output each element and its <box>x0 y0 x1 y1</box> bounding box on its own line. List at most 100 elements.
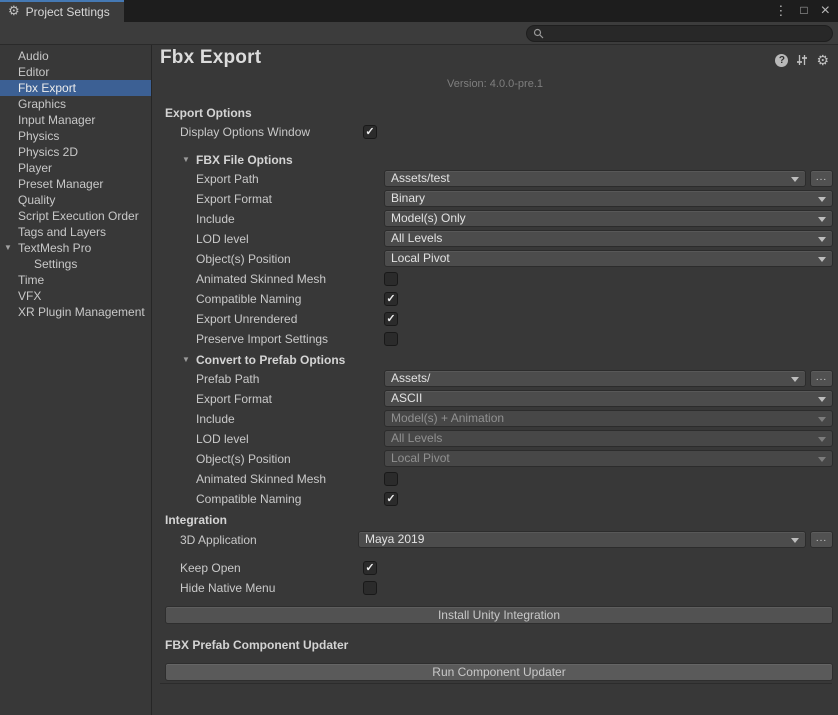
presets-icon[interactable] <box>796 54 808 66</box>
chevron-down-icon <box>791 538 799 543</box>
dropdown-value: Maya 2019 <box>365 532 789 547</box>
sidebar-item-preset-manager[interactable]: Preset Manager <box>0 176 151 192</box>
row-prefab-export-format: Export Format ASCII <box>152 390 838 410</box>
field-label: Prefab Path <box>196 372 259 386</box>
search-box[interactable] <box>526 25 833 42</box>
sidebar-item-fbx-export[interactable]: Fbx Export <box>0 80 151 96</box>
sidebar-item-tags-and-layers[interactable]: Tags and Layers <box>0 224 151 240</box>
sidebar-item-input-manager[interactable]: Input Manager <box>0 112 151 128</box>
field-label: Compatible Naming <box>196 292 301 306</box>
window-controls: ⋮ □ × <box>774 0 830 22</box>
sidebar-item-graphics[interactable]: Graphics <box>0 96 151 112</box>
prefab-compatible-naming-checkbox[interactable] <box>384 492 398 506</box>
dropdown-value: Binary <box>391 191 816 206</box>
chevron-down-icon <box>818 197 826 202</box>
close-icon[interactable]: × <box>821 0 830 22</box>
install-unity-integration-button[interactable]: Install Unity Integration <box>165 606 833 624</box>
search-input[interactable] <box>548 27 826 41</box>
foldout-fbx-file-options[interactable]: ▼ FBX File Options <box>152 151 838 171</box>
sidebar-item-quality[interactable]: Quality <box>0 192 151 208</box>
row-prefab-objects-position: Object(s) Position Local Pivot <box>152 450 838 470</box>
section-integration: Integration <box>165 513 227 527</box>
hide-native-menu-checkbox[interactable] <box>363 581 377 595</box>
version-label: Version: 4.0.0-pre.1 <box>152 78 838 90</box>
chevron-down-icon <box>818 417 826 422</box>
page-title: Fbx Export <box>160 47 261 69</box>
row-hide-native-menu: Hide Native Menu <box>152 579 838 599</box>
row-prefab-include: Include Model(s) + Animation <box>152 410 838 430</box>
sidebar-item-physics-2d[interactable]: Physics 2D <box>0 144 151 160</box>
animated-skinned-mesh-checkbox[interactable] <box>384 272 398 286</box>
row-display-options-window: Display Options Window <box>152 123 838 143</box>
tab-project-settings[interactable]: ⚙ Project Settings <box>0 0 124 22</box>
help-icon[interactable]: ? <box>775 54 788 67</box>
lod-level-dropdown[interactable]: All Levels <box>384 230 833 247</box>
field-label: LOD level <box>196 432 249 446</box>
foldout-convert-to-prefab-options[interactable]: ▼ Convert to Prefab Options <box>152 351 838 371</box>
prefab-animated-skinned-mesh-checkbox[interactable] <box>384 472 398 486</box>
sidebar-item-vfx[interactable]: VFX <box>0 288 151 304</box>
export-format-dropdown[interactable]: Binary <box>384 190 833 207</box>
row-export-path: Export Path Assets/test ... <box>152 170 838 190</box>
preserve-import-settings-checkbox[interactable] <box>384 332 398 346</box>
3d-application-dropdown[interactable]: Maya 2019 <box>358 531 806 548</box>
chevron-down-icon <box>818 437 826 442</box>
foldout-arrow-icon[interactable]: ▼ <box>4 240 12 256</box>
fbx-export-panel: Fbx Export ? ⚙ Version: 4.0.0-pre.1 Expo… <box>152 45 838 715</box>
row-objects-position: Object(s) Position Local Pivot <box>152 250 838 270</box>
keep-open-checkbox[interactable] <box>363 561 377 575</box>
include-dropdown[interactable]: Model(s) Only <box>384 210 833 227</box>
toolbar <box>0 22 838 45</box>
prefab-path-dropdown[interactable]: Assets/ <box>384 370 806 387</box>
sidebar-item-textmesh-pro[interactable]: ▼ TextMesh Pro <box>0 240 151 256</box>
row-compatible-naming: Compatible Naming <box>152 290 838 310</box>
field-label: Object(s) Position <box>196 252 291 266</box>
sidebar-item-xr-plugin-management[interactable]: XR Plugin Management <box>0 304 151 320</box>
gear-icon: ⚙ <box>8 1 20 21</box>
export-path-dropdown[interactable]: Assets/test <box>384 170 806 187</box>
prefab-objects-position-dropdown: Local Pivot <box>384 450 833 467</box>
sidebar-item-physics[interactable]: Physics <box>0 128 151 144</box>
row-prefab-animated-skinned-mesh: Animated Skinned Mesh <box>152 470 838 490</box>
display-options-window-checkbox[interactable] <box>363 125 377 139</box>
field-label: Export Format <box>196 192 272 206</box>
export-unrendered-checkbox[interactable] <box>384 312 398 326</box>
kebab-menu-icon[interactable]: ⋮ <box>774 0 787 22</box>
row-prefab-compatible-naming: Compatible Naming <box>152 490 838 510</box>
tab-label: Project Settings <box>26 4 110 19</box>
sidebar-item-textmesh-settings[interactable]: Settings <box>0 256 151 272</box>
field-label: Export Path <box>196 172 259 186</box>
chevron-down-icon <box>791 177 799 182</box>
maximize-icon[interactable]: □ <box>800 0 807 21</box>
sidebar-item-player[interactable]: Player <box>0 160 151 176</box>
field-label: Compatible Naming <box>196 492 301 506</box>
objects-position-dropdown[interactable]: Local Pivot <box>384 250 833 267</box>
dropdown-value: Assets/test <box>391 171 789 186</box>
field-label: Include <box>196 412 235 426</box>
run-component-updater-button[interactable]: Run Component Updater <box>165 663 833 681</box>
sidebar-item-audio[interactable]: Audio <box>0 48 151 64</box>
export-path-browse-button[interactable]: ... <box>810 170 833 187</box>
field-label: Animated Skinned Mesh <box>196 272 326 286</box>
chevron-down-icon <box>791 377 799 382</box>
compatible-naming-checkbox[interactable] <box>384 292 398 306</box>
gear-icon[interactable]: ⚙ <box>816 53 829 67</box>
row-prefab-path: Prefab Path Assets/ ... <box>152 370 838 390</box>
field-label: LOD level <box>196 232 249 246</box>
prefab-path-browse-button[interactable]: ... <box>810 370 833 387</box>
3d-application-browse-button[interactable]: ... <box>810 531 833 548</box>
row-export-format: Export Format Binary <box>152 190 838 210</box>
foldout-arrow-icon: ▼ <box>182 355 190 364</box>
row-preserve-import-settings: Preserve Import Settings <box>152 330 838 350</box>
sidebar-item-script-execution-order[interactable]: Script Execution Order <box>0 208 151 224</box>
field-label: Hide Native Menu <box>180 581 275 595</box>
prefab-export-format-dropdown[interactable]: ASCII <box>384 390 833 407</box>
settings-sidebar: Audio Editor Fbx Export Graphics Input M… <box>0 45 152 715</box>
prefab-include-dropdown: Model(s) + Animation <box>384 410 833 427</box>
field-label: Export Unrendered <box>196 312 297 326</box>
field-label: Object(s) Position <box>196 452 291 466</box>
field-label: Animated Skinned Mesh <box>196 472 326 486</box>
sidebar-item-editor[interactable]: Editor <box>0 64 151 80</box>
sidebar-item-time[interactable]: Time <box>0 272 151 288</box>
field-label: Keep Open <box>180 561 241 575</box>
